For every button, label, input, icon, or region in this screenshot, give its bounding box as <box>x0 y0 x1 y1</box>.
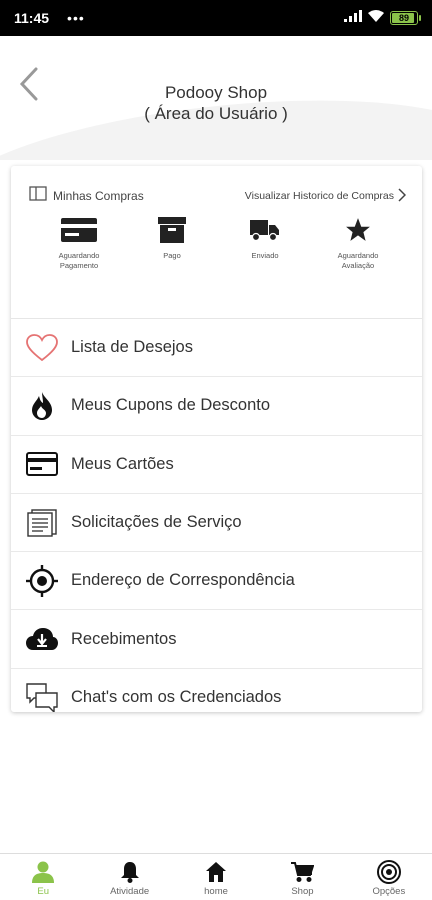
tab-eu[interactable]: Eu <box>0 854 86 900</box>
tab-shop[interactable]: Shop <box>259 854 345 900</box>
menu-item-coupons[interactable]: Meus Cupons de Desconto <box>11 377 422 436</box>
menu-item-label: Lista de Desejos <box>71 338 193 357</box>
battery-level: 89 <box>398 13 409 23</box>
tab-label: Atividade <box>110 886 150 897</box>
tab-opcoes[interactable]: Opções <box>346 854 432 900</box>
menu-item-label: Recebimentos <box>71 629 177 648</box>
user-menu-card: Minhas Compras Visualizar Historico de C… <box>11 166 422 712</box>
page-title: Podooy Shop ( Área do Usuário ) <box>0 82 432 124</box>
orders-section: Minhas Compras Visualizar Historico de C… <box>11 183 422 319</box>
book-icon <box>29 186 47 206</box>
menu-item-cards[interactable]: Meus Cartões <box>11 436 422 494</box>
cloud-download-icon <box>25 622 59 656</box>
user-icon <box>31 860 55 884</box>
notification-dots: ••• <box>67 10 85 26</box>
star-icon <box>345 217 371 248</box>
box-icon <box>158 216 186 248</box>
menu-item-service-requests[interactable]: Solicitações de Serviço <box>11 494 422 553</box>
tab-atividade[interactable]: Atividade <box>86 854 172 900</box>
menu-item-label: Meus Cupons de Desconto <box>71 396 271 415</box>
credit-card-icon <box>25 447 59 481</box>
wifi-icon <box>368 9 384 27</box>
menu-item-receipts[interactable]: Recebimentos <box>11 610 422 669</box>
menu-item-label: Endereço de Correspondência <box>71 571 295 590</box>
status-icons: 89 <box>344 9 421 27</box>
tab-label: Opções <box>372 886 406 897</box>
signal-icon <box>344 9 362 27</box>
orders-title: Minhas Compras <box>53 189 144 203</box>
menu-item-label: Chat's com os Credenciados <box>71 688 282 707</box>
flame-icon <box>25 389 59 423</box>
menu-item-label: Solicitações de Serviço <box>71 513 242 532</box>
header: Podooy Shop ( Área do Usuário ) <box>0 36 432 160</box>
chevron-right-icon <box>398 187 407 205</box>
tab-label: home <box>204 886 228 897</box>
bell-icon <box>120 860 140 884</box>
document-icon <box>25 506 59 540</box>
status-time: 11:45 <box>14 10 50 26</box>
history-link[interactable]: Visualizar Historico de Compras <box>245 187 407 205</box>
battery-icon: 89 <box>390 11 421 25</box>
menu-item-mailing-address[interactable]: Endereço de Correspondência <box>11 552 422 611</box>
target-icon <box>25 564 59 598</box>
menu-item-wishlist[interactable]: Lista de Desejos <box>11 319 422 378</box>
order-status-paid[interactable]: Pago <box>132 216 212 271</box>
title-line-2: ( Área do Usuário ) <box>144 104 288 123</box>
tab-home[interactable]: home <box>173 854 259 900</box>
chat-icon <box>25 681 59 712</box>
heart-icon <box>25 331 59 365</box>
tab-label: Shop <box>291 886 314 897</box>
credit-card-icon <box>61 217 97 247</box>
status-bar: 11:45 ••• 89 <box>0 0 432 36</box>
bottom-tab-bar: Eu Atividade home Shop Opções <box>0 853 432 900</box>
menu-item-chats[interactable]: Chat's com os Credenciados <box>11 669 422 712</box>
order-status-awaiting-review[interactable]: Aguardando Avaliação <box>318 217 398 271</box>
order-status-shipped[interactable]: Enviado <box>225 217 305 271</box>
menu-item-label: Meus Cartões <box>71 454 174 473</box>
truck-icon <box>250 218 280 247</box>
cart-icon <box>290 860 315 884</box>
title-line-1: Podooy Shop <box>164 83 268 102</box>
home-icon <box>205 860 227 884</box>
tab-label: Eu <box>37 886 50 897</box>
order-status-awaiting-payment[interactable]: Aguardando Pagamento <box>39 217 119 271</box>
options-icon <box>376 860 401 884</box>
